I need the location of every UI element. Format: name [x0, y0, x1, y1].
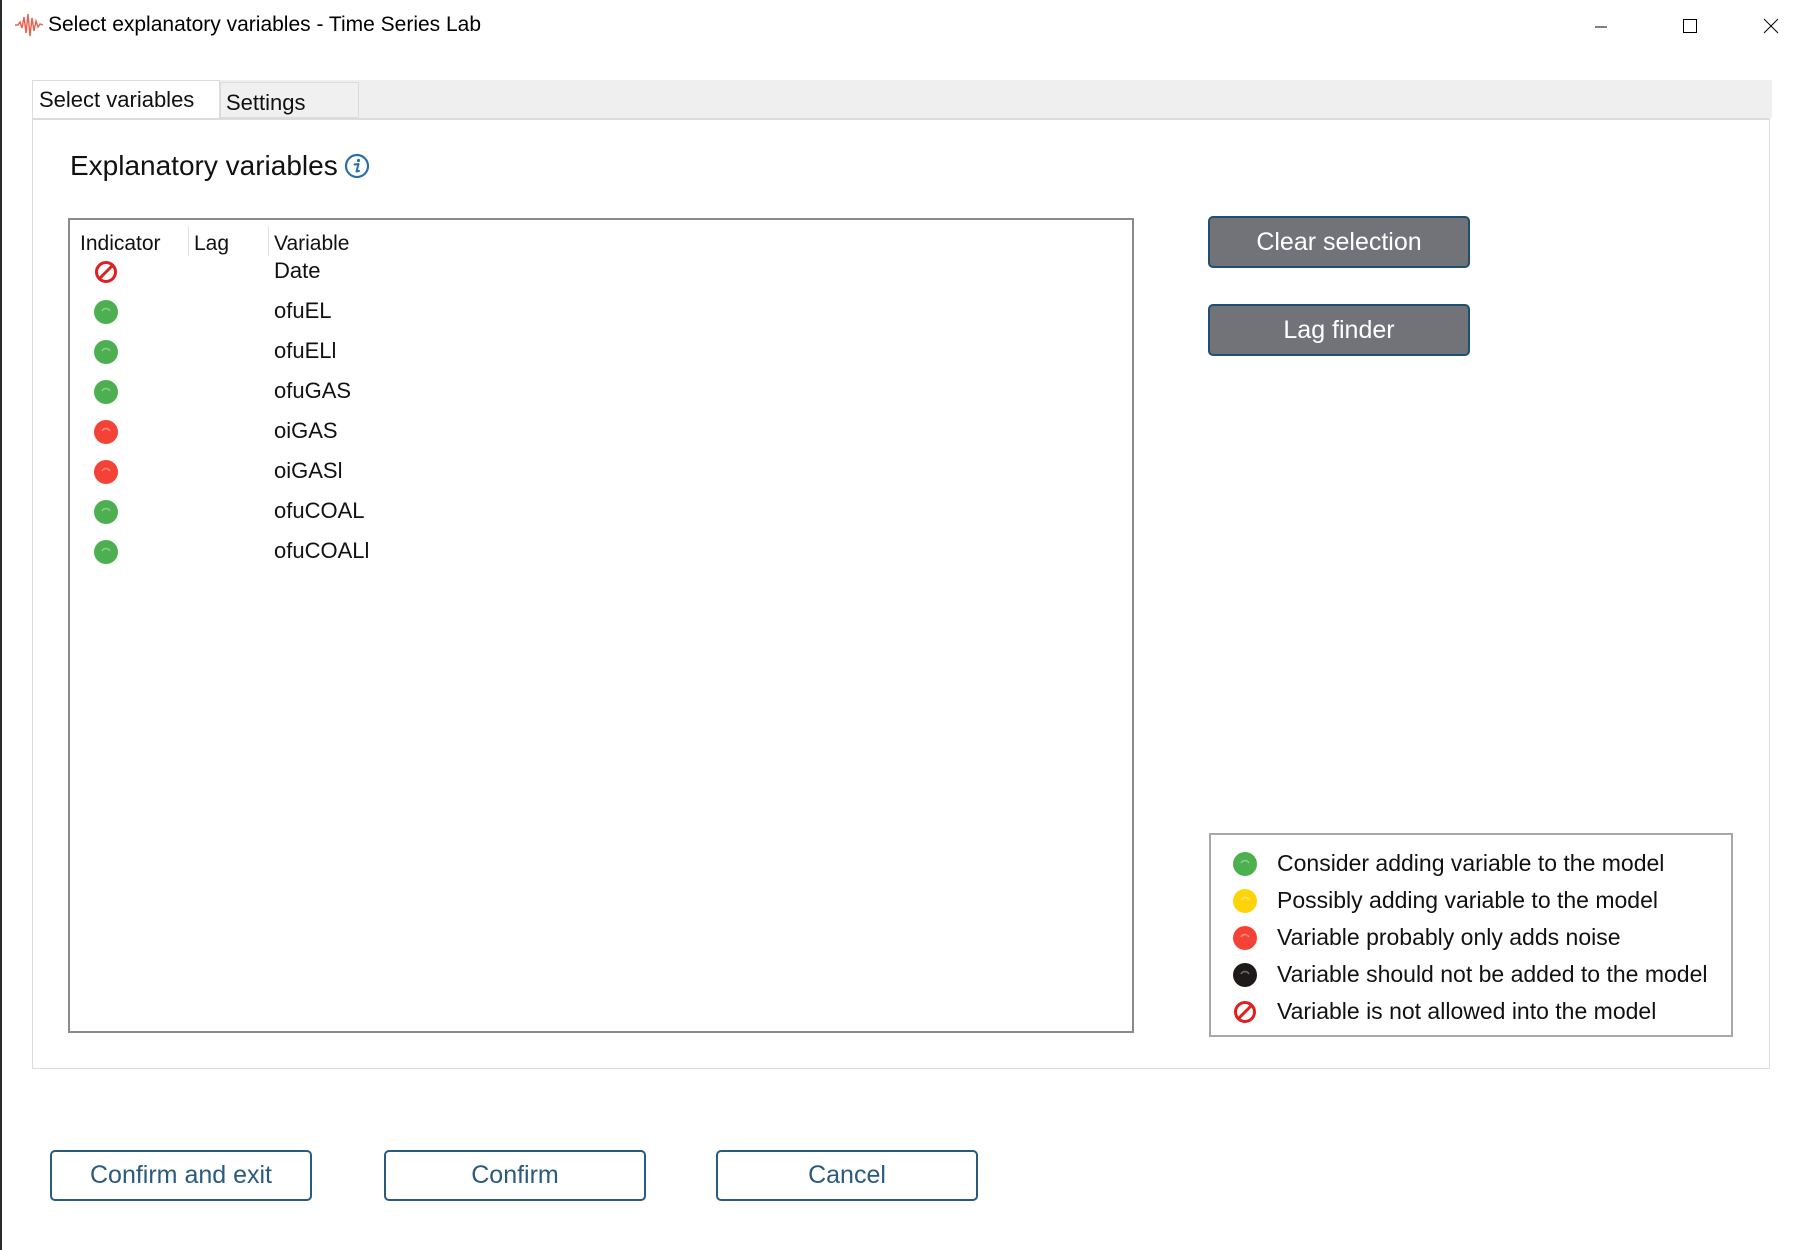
confirm-and-exit-button[interactable]: Confirm and exit: [50, 1150, 312, 1201]
black-indicator-icon: [1233, 963, 1257, 987]
green-indicator-icon: [94, 500, 118, 524]
section-title: Explanatory variables: [70, 150, 338, 181]
not-allowed-icon: [95, 261, 117, 283]
variable-name: oiGAS: [274, 418, 338, 443]
waveform-icon: [15, 13, 44, 37]
table-row[interactable]: oiGASl: [70, 452, 1132, 492]
table-row[interactable]: ofuGAS: [70, 372, 1132, 412]
title-bar: Select explanatory variables - Time Seri…: [0, 0, 1802, 52]
red-indicator-icon: [1233, 926, 1257, 950]
maximize-button[interactable]: [1667, 8, 1713, 44]
variable-name: ofuELl: [274, 338, 337, 363]
close-icon: [1763, 18, 1779, 34]
lag-finder-button[interactable]: Lag finder: [1208, 304, 1470, 356]
table-row[interactable]: ofuCOALl: [70, 532, 1132, 572]
variable-name: ofuEL: [274, 298, 332, 323]
minimize-button[interactable]: [1578, 8, 1624, 44]
legend-label: Variable probably only adds noise: [1277, 924, 1621, 950]
tab-settings-label: Settings: [226, 90, 306, 115]
table-row[interactable]: ofuCOAL: [70, 492, 1132, 532]
table-row[interactable]: ofuEL: [70, 292, 1132, 332]
variable-name: oiGASl: [274, 458, 343, 483]
variable-name: Date: [274, 258, 321, 283]
red-indicator-icon: [94, 460, 118, 484]
legend-label: Variable is not allowed into the model: [1277, 998, 1657, 1024]
window-title: Select explanatory variables - Time Seri…: [48, 13, 482, 36]
legend-label: Possibly adding variable to the model: [1277, 887, 1659, 913]
close-button[interactable]: [1748, 8, 1794, 44]
variables-table: Indicator Lag Variable Date ofuEL ofuELl of…: [68, 218, 1134, 1033]
window-edge: [0, 0, 2, 1250]
tab-select-variables-label: Select variables: [39, 87, 195, 112]
legend-label: Variable should not be added to the mode…: [1277, 961, 1708, 987]
confirm-button[interactable]: Confirm: [384, 1150, 646, 1201]
clear-selection-button[interactable]: Clear selection: [1208, 216, 1470, 268]
table-row[interactable]: ofuELl: [70, 332, 1132, 372]
green-indicator-icon: [94, 540, 118, 564]
green-indicator-icon: [1233, 852, 1257, 876]
info-icon[interactable]: [344, 153, 370, 179]
cancel-button[interactable]: Cancel: [716, 1150, 978, 1201]
tab-select-variables[interactable]: Select variables: [32, 80, 220, 120]
green-indicator-icon: [94, 340, 118, 364]
table-row[interactable]: Date: [70, 252, 1132, 292]
indicator-legend: Consider adding variable to the model Pos…: [1209, 833, 1733, 1037]
legend-label: Consider adding variable to the model: [1277, 850, 1665, 876]
red-indicator-icon: [94, 420, 118, 444]
table-row[interactable]: oiGAS: [70, 412, 1132, 452]
tab-settings[interactable]: Settings: [220, 82, 359, 118]
variable-name: ofuCOALl: [274, 538, 370, 563]
yellow-indicator-icon: [1233, 889, 1257, 913]
minimize-icon: [1595, 26, 1607, 28]
variable-name: ofuCOAL: [274, 498, 365, 523]
maximize-icon: [1683, 19, 1697, 33]
variable-name: ofuGAS: [274, 378, 352, 403]
green-indicator-icon: [94, 380, 118, 404]
not-allowed-icon: [1234, 1001, 1256, 1023]
green-indicator-icon: [94, 300, 118, 324]
tab-strip: Settings Select variables: [32, 80, 1772, 120]
